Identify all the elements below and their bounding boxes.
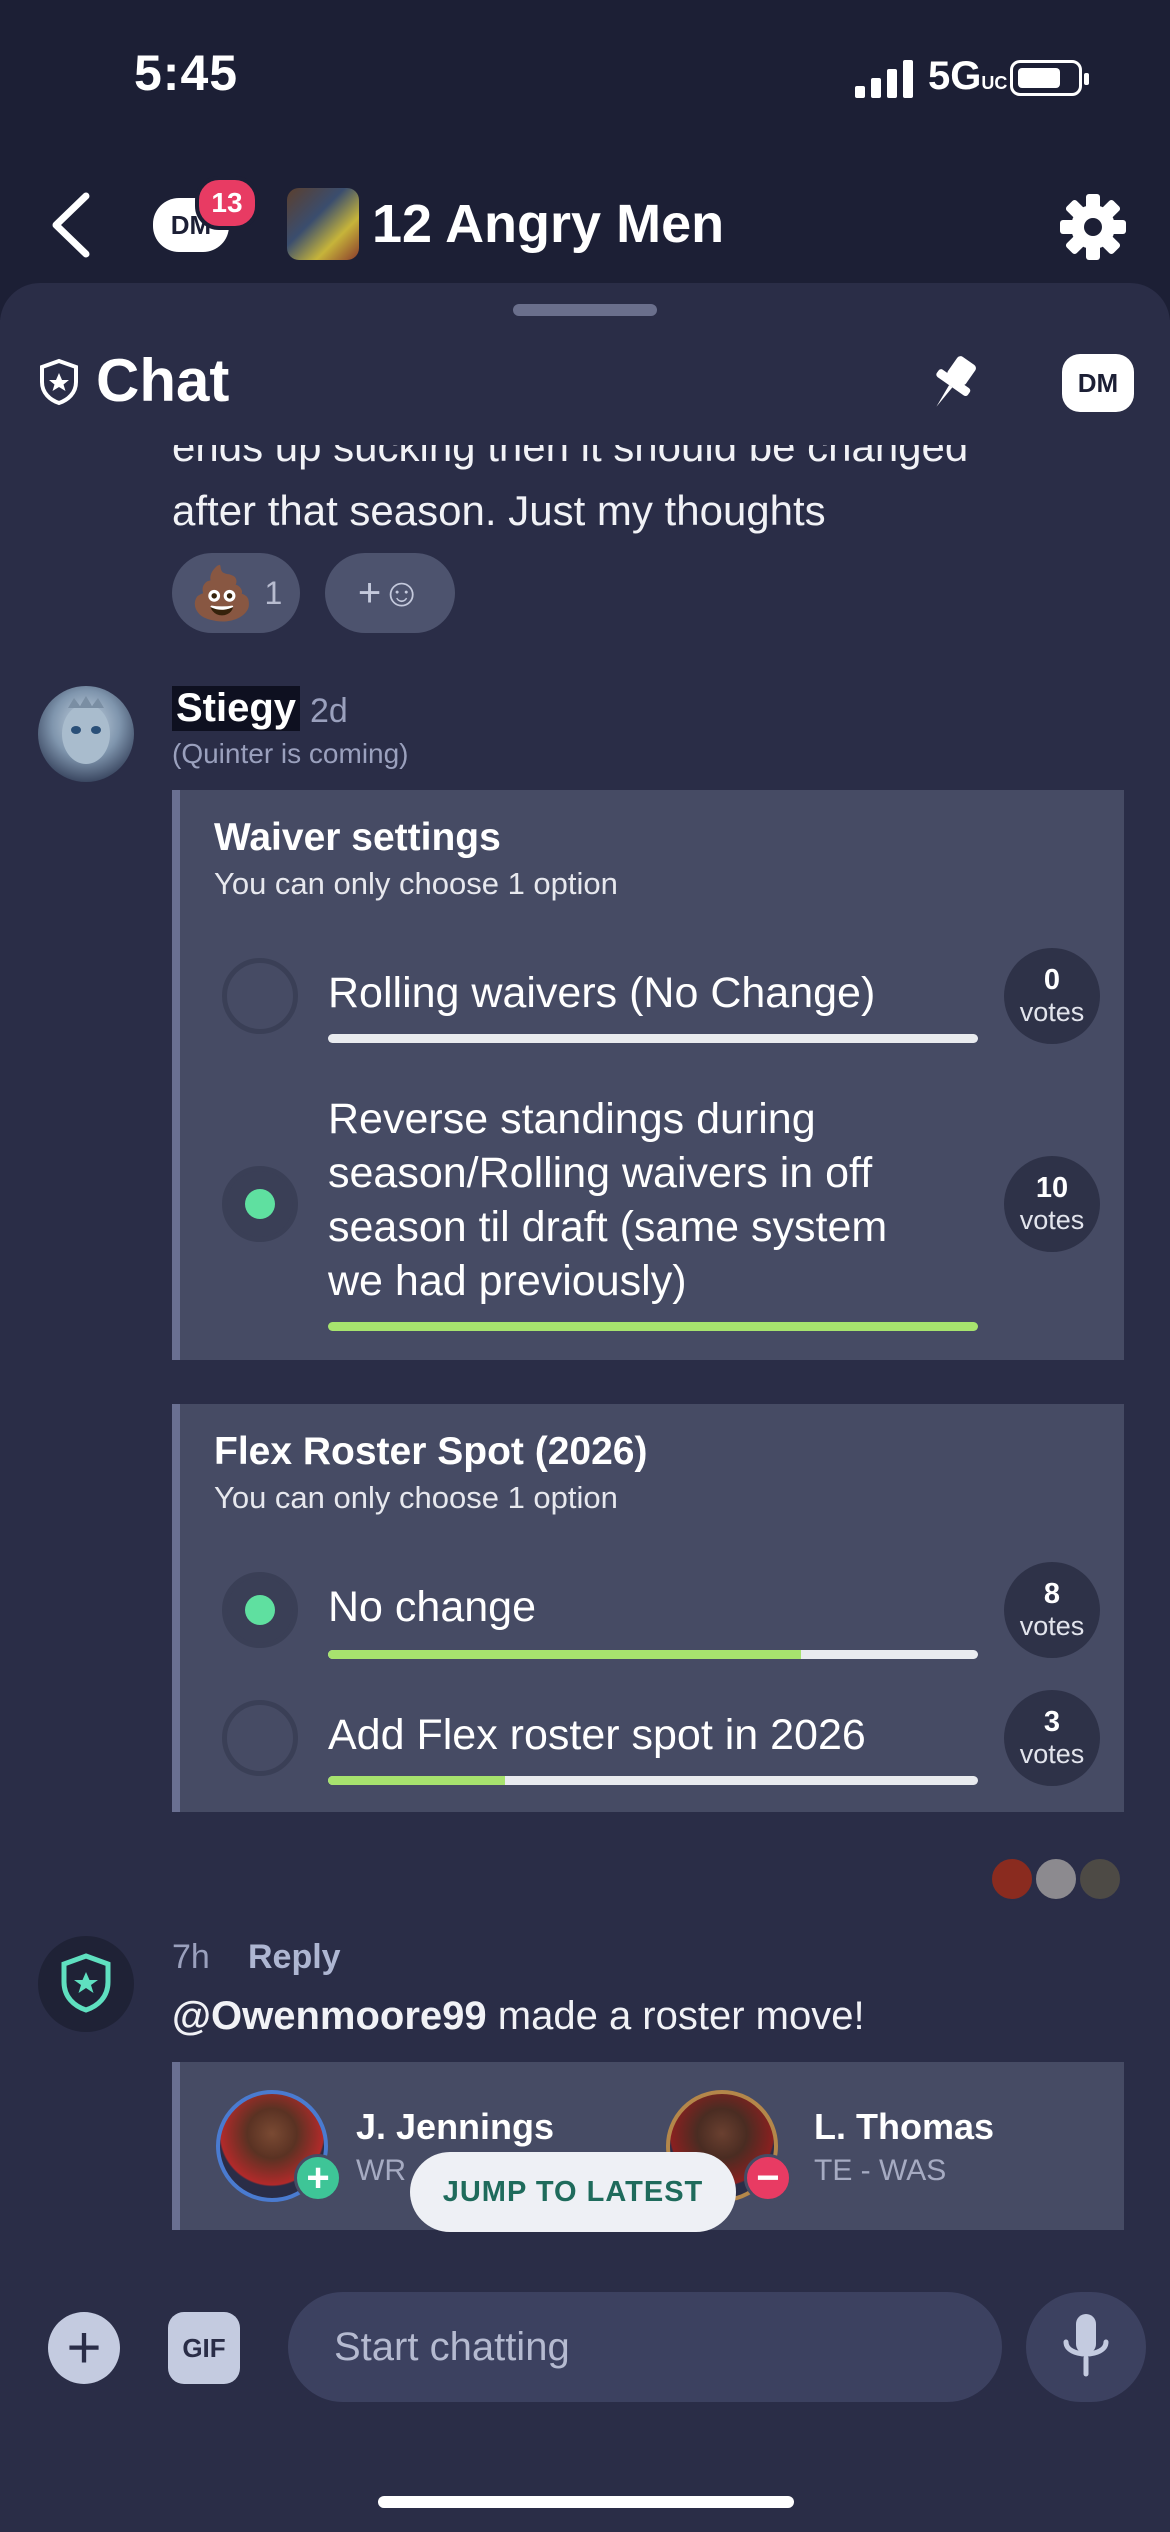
poll-progress-bar: [328, 1034, 978, 1043]
avatar[interactable]: [38, 686, 134, 782]
pin-icon[interactable]: [920, 350, 986, 416]
jump-to-latest-button[interactable]: JUMP TO LATEST: [410, 2152, 736, 2232]
avatar: [1034, 1857, 1078, 1901]
avatar: [1078, 1857, 1122, 1901]
poll-progress-bar: [328, 1776, 978, 1785]
poll-card: Flex Roster Spot (2026) You can only cho…: [172, 1404, 1124, 1812]
gif-button[interactable]: GIF: [168, 2312, 240, 2384]
drop-icon: −: [744, 2154, 792, 2202]
poll-subtitle: You can only choose 1 option: [214, 1480, 618, 1515]
poll-radio[interactable]: [222, 958, 298, 1034]
microphone-icon: [1063, 2314, 1109, 2377]
poll-title: Waiver settings: [214, 816, 501, 859]
poll-progress-bar: [328, 1650, 978, 1659]
group-title[interactable]: 12 Angry Men: [372, 193, 724, 255]
add-icon: +: [294, 2154, 342, 2202]
vote-count: 10 votes: [1004, 1156, 1100, 1252]
vote-count: 3 votes: [1004, 1690, 1100, 1786]
group-avatar[interactable]: [287, 188, 359, 260]
shield-icon: [61, 1953, 111, 2013]
user-mention[interactable]: @Owenmoore99: [172, 1994, 487, 2038]
poll-option-label[interactable]: Reverse standings during season/Rolling …: [328, 1092, 968, 1308]
avatar-face-icon: [62, 696, 110, 764]
poll-progress-bar: [328, 1322, 978, 1331]
poll-radio[interactable]: [222, 1700, 298, 1776]
dm-bubble-icon[interactable]: DM: [1062, 354, 1134, 412]
vote-count: 8 votes: [1004, 1562, 1100, 1658]
network-label: 5GUC: [928, 54, 1008, 98]
previous-message-line: after that season. Just my thoughts: [172, 487, 826, 534]
player-name: J. Jennings: [356, 2106, 555, 2147]
message-time: 7h: [172, 1938, 210, 1976]
status-time: 5:45: [134, 45, 239, 101]
poll-subtitle: You can only choose 1 option: [214, 866, 618, 901]
roster-move-text: @Owenmoore99 made a roster move!: [172, 1994, 865, 2038]
player-position: TE - WAS: [814, 2154, 947, 2187]
reply-button[interactable]: Reply: [248, 1938, 341, 1977]
plus-icon[interactable]: +: [48, 2312, 120, 2384]
vote-count: 0 votes: [1004, 948, 1100, 1044]
poll-option-label[interactable]: No change: [328, 1580, 968, 1634]
add-emoji-icon: +☺: [357, 570, 423, 615]
poll-option-label[interactable]: Add Flex roster spot in 2026: [328, 1708, 968, 1762]
message-input[interactable]: Start chatting: [288, 2292, 1002, 2402]
gear-icon[interactable]: [1058, 192, 1128, 262]
poll-radio-selected[interactable]: [222, 1166, 298, 1242]
player-name: L. Thomas: [814, 2106, 995, 2147]
message-time: 2d: [310, 692, 348, 730]
reaction-count: 1: [264, 574, 283, 611]
chat-title: Chat: [96, 347, 230, 414]
poll-title: Flex Roster Spot (2026): [214, 1430, 648, 1473]
dm-unread-badge: 13: [195, 176, 259, 230]
panel-grabber[interactable]: [513, 304, 657, 316]
shield-icon: [40, 358, 78, 406]
username[interactable]: Stiegy: [172, 686, 301, 731]
home-indicator[interactable]: [378, 2496, 794, 2508]
battery-icon: [1010, 60, 1089, 96]
poop-emoji-icon: 💩: [189, 564, 255, 623]
back-chevron-icon[interactable]: [48, 190, 96, 260]
league-bot-avatar: [38, 1936, 134, 2032]
user-subtitle: (Quinter is coming): [172, 738, 409, 769]
poll-card: Waiver settings You can only choose 1 op…: [172, 790, 1124, 1360]
poll-radio-selected[interactable]: [222, 1572, 298, 1648]
signal-icon: [855, 60, 913, 98]
avatar: [990, 1857, 1034, 1901]
read-receipts[interactable]: [990, 1857, 1126, 1901]
poll-option-label[interactable]: Rolling waivers (No Change): [328, 966, 968, 1020]
microphone-button[interactable]: [1026, 2292, 1146, 2402]
add-reaction-button[interactable]: +☺: [325, 553, 455, 633]
reaction-chip[interactable]: 💩 1: [172, 553, 300, 633]
dm-button[interactable]: DM 13: [153, 176, 259, 256]
